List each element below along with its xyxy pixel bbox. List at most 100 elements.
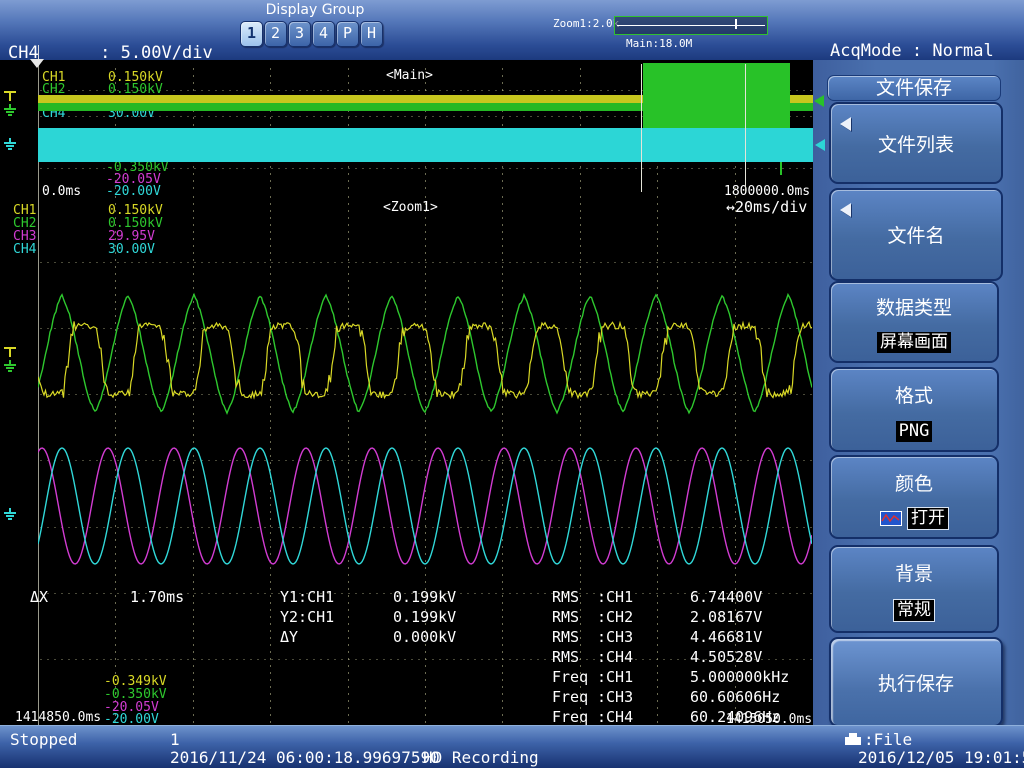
zoom-ground-ch4-icon bbox=[3, 508, 17, 521]
menu-button-value: 打开 bbox=[908, 508, 948, 529]
file-menu-hint: :File bbox=[864, 730, 912, 749]
meas-value: 4.46681V bbox=[690, 628, 762, 646]
zoom-ch4-name: CH4 bbox=[13, 242, 36, 257]
y2-label: Y2:CH1 bbox=[280, 608, 334, 626]
ch4-level-marker-icon bbox=[815, 139, 825, 151]
meas-value: 60.60606Hz bbox=[690, 688, 780, 706]
color-display-icon bbox=[880, 511, 902, 526]
delta-y-label: ΔY bbox=[280, 628, 298, 646]
meas-func: Freq bbox=[552, 668, 588, 686]
delta-y-value: 0.000kV bbox=[393, 628, 456, 646]
waveform-trace bbox=[38, 448, 812, 564]
menu-button-label: 执行保存 bbox=[878, 669, 954, 696]
menu-button-label: 数据类型 bbox=[876, 293, 952, 320]
y2-value: 0.199kV bbox=[393, 608, 456, 626]
menu-button-label: 文件名 bbox=[887, 221, 944, 248]
menu-button-value: 屏幕画面 bbox=[877, 332, 951, 353]
meas-func: RMS bbox=[552, 628, 579, 646]
waveform-trace bbox=[38, 321, 812, 398]
meas-func: Freq bbox=[552, 688, 588, 706]
main-record-label: Main:18.0M bbox=[626, 37, 692, 50]
soft-menu: 文件保存 文件列表 文件名 数据类型 屏幕画面 格式 PNG 颜色 打开 bbox=[813, 60, 1024, 725]
zoom-window-marker[interactable] bbox=[735, 19, 737, 29]
back-arrow-icon bbox=[840, 203, 851, 217]
main-view-title: <Main> bbox=[386, 68, 433, 83]
menu-button-data-type[interactable]: 数据类型 屏幕画面 bbox=[829, 281, 999, 363]
meas-func: Freq bbox=[552, 708, 588, 726]
acquisition-count: 1 bbox=[170, 730, 180, 749]
waveform-trace bbox=[38, 295, 812, 414]
status-bar: Stopped 1 2016/11/24 06:00:18.99697590 H… bbox=[0, 725, 1024, 768]
main-trace-ch2-burst bbox=[643, 63, 790, 129]
ch2-level-marker-icon bbox=[814, 95, 824, 107]
meas-ch: :CH3 bbox=[597, 628, 633, 646]
zoom-bar-line bbox=[617, 25, 765, 26]
display-group-button-h[interactable]: H bbox=[360, 21, 383, 47]
y1-label: Y1:CH1 bbox=[280, 588, 334, 606]
waveform-trace bbox=[38, 448, 812, 564]
main-ground-ch2-icon bbox=[3, 104, 17, 117]
meas-func: RMS bbox=[552, 608, 579, 626]
zoom-time-start: 1414850.0ms bbox=[15, 710, 101, 725]
meas-value: 5.000000kHz bbox=[690, 668, 789, 686]
meas-value: 2.08167V bbox=[690, 608, 762, 626]
meas-ch: :CH2 bbox=[597, 608, 633, 626]
meas-ch: :CH4 bbox=[597, 648, 633, 666]
run-state: Stopped bbox=[10, 730, 77, 749]
delta-x-value: 1.70ms bbox=[130, 588, 184, 606]
menu-title: 文件保存 bbox=[827, 75, 1001, 101]
trigger-position-icon[interactable] bbox=[30, 59, 44, 68]
meas-func: RMS bbox=[552, 648, 579, 666]
display-group-button-1[interactable]: 1 bbox=[240, 21, 263, 47]
main-ground-ch4-icon bbox=[3, 138, 17, 151]
current-datetime: 2016/12/05 19:01:50 bbox=[858, 748, 1024, 767]
oscilloscope-screen: CH4 : 5.00V/div Position : -1.00 div Dis… bbox=[0, 0, 1024, 768]
main-trigger-level-icon bbox=[3, 90, 17, 103]
menu-button-file-list[interactable]: 文件列表 bbox=[829, 102, 1003, 184]
zoom-trigger-level-icon bbox=[3, 346, 17, 359]
meas-value: 4.50528V bbox=[690, 648, 762, 666]
menu-button-file-name[interactable]: 文件名 bbox=[829, 188, 1003, 281]
file-media-icon bbox=[844, 733, 862, 746]
y1-value: 0.199kV bbox=[393, 588, 456, 606]
zoom-view-title: <Zoom1> bbox=[383, 200, 438, 215]
meas-func: RMS bbox=[552, 588, 579, 606]
top-bar: CH4 : 5.00V/div Position : -1.00 div Dis… bbox=[0, 0, 1024, 61]
menu-button-value: 常规 bbox=[894, 600, 934, 621]
main-trace-ch2-tick bbox=[780, 162, 782, 175]
meas-ch: :CH3 bbox=[597, 688, 633, 706]
left-border-stub bbox=[38, 45, 39, 60]
zoom-ch4-lower: -20.00V bbox=[104, 712, 159, 727]
menu-button-label: 背景 bbox=[895, 559, 933, 586]
main-cursor-left[interactable] bbox=[641, 64, 642, 192]
display-group-button-4[interactable]: 4 bbox=[312, 21, 335, 47]
zoom-factor-label: Zoom1:2.0k bbox=[553, 17, 619, 30]
menu-button-background[interactable]: 背景 常规 bbox=[829, 545, 999, 633]
meas-ch: :CH1 bbox=[597, 588, 633, 606]
meas-ch: :CH1 bbox=[597, 668, 633, 686]
delta-x-label: ΔX bbox=[30, 588, 48, 606]
menu-button-format[interactable]: 格式 PNG bbox=[829, 367, 999, 452]
display-group-button-2[interactable]: 2 bbox=[264, 21, 287, 47]
acq-mode: AcqMode : Normal bbox=[830, 42, 1004, 61]
zoom-ground-ch2-icon bbox=[3, 360, 17, 373]
menu-button-value: PNG bbox=[896, 421, 933, 442]
waveform-display: <Main> CH1 0.150kV CH2 0.150kV CH3 29.95… bbox=[0, 60, 813, 725]
menu-button-execute-save[interactable]: 执行保存 bbox=[829, 637, 1003, 727]
record-start-time: 2016/11/24 06:00:18.99697590 bbox=[170, 748, 440, 767]
meas-ch: :CH4 bbox=[597, 708, 633, 726]
meas-value: 60.24096Hz bbox=[690, 708, 780, 726]
zoom-position-bar[interactable] bbox=[614, 16, 768, 35]
back-arrow-icon bbox=[840, 117, 851, 131]
main-cursor-right[interactable] bbox=[745, 64, 746, 192]
display-group-label: Display Group bbox=[240, 2, 390, 18]
display-group-button-3[interactable]: 3 bbox=[288, 21, 311, 47]
display-group: 1 2 3 4 P H bbox=[240, 21, 390, 47]
menu-button-color[interactable]: 颜色 打开 bbox=[829, 455, 999, 539]
display-group-button-p[interactable]: P bbox=[336, 21, 359, 47]
meas-value: 6.74400V bbox=[690, 588, 762, 606]
recording-mode: HD Recording bbox=[423, 748, 539, 767]
zoom-timebase: ↔20ms/div bbox=[726, 198, 807, 216]
menu-button-label: 格式 bbox=[895, 381, 933, 408]
main-trace-ch4-band bbox=[38, 128, 813, 162]
